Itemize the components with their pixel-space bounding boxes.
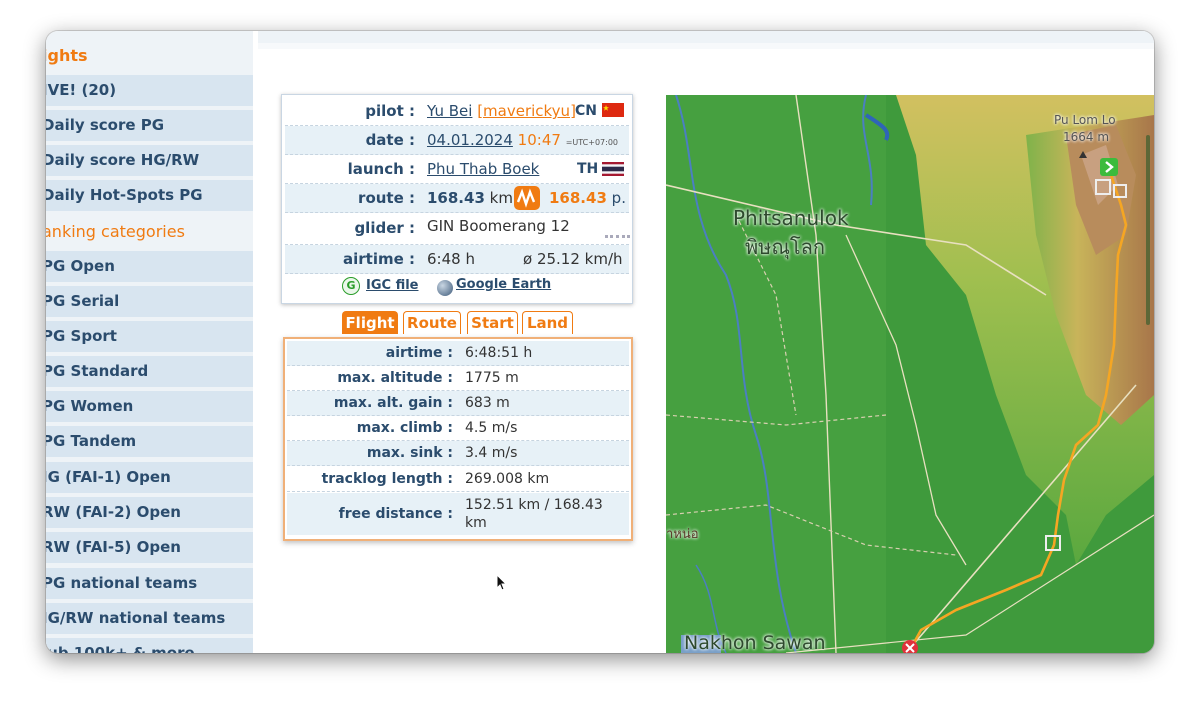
date-label: date :	[365, 131, 415, 149]
tab-land[interactable]: Land	[522, 311, 573, 334]
stat-label: free distance :	[338, 506, 453, 522]
route-type-icon	[514, 186, 540, 210]
top-bar	[258, 31, 1154, 43]
airtime-value: 6:48 h	[427, 250, 475, 268]
stat-label: max. altitude :	[337, 370, 453, 386]
route-row: route : 168.43 km 168.43 p.	[285, 184, 629, 213]
sidebar-item-club-100k[interactable]: lub 100k+ & more	[46, 638, 253, 653]
pilot-label: pilot :	[365, 102, 415, 120]
tab-start[interactable]: Start	[467, 311, 518, 334]
glider-label: glider :	[354, 219, 415, 237]
launch-value: Phu Thab Boek	[427, 155, 539, 183]
map-thai-label: าหน่อ	[666, 527, 699, 542]
stat-value: 6:48:51 h	[465, 345, 533, 361]
sidebar-item-hot-spots[interactable]: Daily Hot-Spots PG	[46, 180, 253, 211]
route-unit: km	[489, 189, 513, 207]
map-city-nakhon-sawan: Nakhon Sawan	[684, 632, 826, 653]
stat-value: 152.51 km / 168.43 km	[465, 497, 603, 531]
pilot-row: pilot : Yu Bei [maverickyu] CN	[285, 97, 629, 126]
sidebar: ights IVE! (20) Daily score PG Daily sco…	[46, 31, 253, 653]
stat-row: max. alt. gain : 683 m	[287, 391, 629, 416]
stat-value: 269.008 km	[465, 471, 550, 487]
browser-window: ights IVE! (20) Daily score PG Daily sco…	[46, 31, 1154, 653]
stat-label: max. climb :	[356, 420, 453, 436]
stat-row: max. sink : 3.4 m/s	[287, 441, 629, 466]
stat-row: tracklog length : 269.008 km	[287, 467, 629, 492]
launch-link[interactable]: Phu Thab Boek	[427, 160, 539, 178]
map-peak-altitude: 1664 m	[1063, 130, 1110, 144]
sidebar-item-daily-score-hg[interactable]: Daily score HG/RW	[46, 145, 253, 176]
sidebar-item-pg-women[interactable]: PG Women	[46, 391, 253, 422]
launch-country-code: TH	[577, 161, 599, 177]
top-bar-shadow	[258, 43, 1154, 49]
sidebar-item-rw-fai2[interactable]: RW (FAI-2) Open	[46, 497, 253, 528]
stat-label: airtime :	[385, 345, 453, 361]
avg-speed-value: ø 25.12 km/h	[523, 250, 623, 268]
stat-label: tracklog length :	[321, 471, 453, 487]
map-terrain	[666, 95, 1154, 653]
map-city-phitsanulok-thai: พิษณุโลก	[745, 235, 826, 259]
flight-stats-card: airtime : 6:48:51 h max. altitude : 1775…	[283, 337, 633, 541]
map-city-phitsanulok: Phitsanulok	[733, 206, 849, 230]
airtime-row: airtime : 6:48 h ø 25.12 km/h	[285, 245, 629, 274]
route-points: 168.43 p.	[549, 189, 626, 207]
stat-value: 4.5 m/s	[465, 420, 518, 436]
route-km: 168.43	[427, 189, 485, 207]
pilot-nick-link[interactable]: [maverickyu]	[477, 102, 576, 120]
china-flag-icon	[602, 103, 624, 117]
thailand-flag-icon	[602, 162, 624, 176]
pilot-country-code: CN	[575, 103, 597, 119]
mouse-cursor-icon	[496, 574, 508, 591]
glider-row: glider : GIN Boomerang 12	[285, 213, 630, 245]
igc-file-link[interactable]: IGC file	[366, 278, 418, 293]
sidebar-item-pg-standard[interactable]: PG Standard	[46, 356, 253, 387]
sidebar-item-live[interactable]: IVE! (20)	[46, 75, 253, 106]
map-peak-name: Pu Lom Lo	[1054, 113, 1116, 127]
sidebar-item-daily-score-pg[interactable]: Daily score PG	[46, 110, 253, 141]
stat-label: max. alt. gain :	[333, 395, 453, 411]
sidebar-item-pg-open[interactable]: PG Open	[46, 251, 253, 282]
launch-row: launch : Phu Thab Boek TH	[285, 155, 629, 184]
stat-label: max. sink :	[366, 445, 453, 461]
sidebar-item-pg-sport[interactable]: PG Sport	[46, 321, 253, 352]
flight-map[interactable]: Phitsanulok พิษณุโลก Pu Lom Lo 1664 m Na…	[666, 95, 1154, 653]
stat-row: max. climb : 4.5 m/s	[287, 416, 629, 441]
glider-class-marker	[605, 235, 630, 241]
stat-row: airtime : 6:48:51 h	[287, 341, 629, 366]
google-earth-icon	[437, 280, 453, 296]
stat-row: max. altitude : 1775 m	[287, 366, 629, 391]
date-value: 04.01.2024 10:47 =UTC+07:00	[427, 126, 618, 157]
route-label: route :	[358, 189, 415, 207]
stat-row: free distance : 152.51 km / 168.43 km	[287, 493, 629, 535]
date-link[interactable]: 04.01.2024	[427, 131, 513, 149]
route-value: 168.43 km	[427, 184, 513, 212]
stat-value: 3.4 m/s	[465, 445, 518, 461]
sidebar-item-pg-tandem[interactable]: PG Tandem	[46, 426, 253, 457]
sidebar-heading-flights: ights	[46, 39, 253, 72]
glider-value: GIN Boomerang 12	[427, 217, 570, 235]
tab-flight[interactable]: Flight	[342, 311, 398, 334]
tab-route[interactable]: Route	[403, 311, 461, 334]
flight-info-card: pilot : Yu Bei [maverickyu] CN date : 04…	[281, 94, 633, 304]
airtime-label: airtime :	[343, 250, 415, 268]
sidebar-heading-ranking: anking categories	[46, 215, 253, 248]
download-links: G IGC file Google Earth	[282, 277, 632, 299]
stat-value: 1775 m	[465, 370, 519, 386]
pilot-value: Yu Bei [maverickyu]	[427, 97, 576, 125]
pilot-name-link[interactable]: Yu Bei	[427, 102, 472, 120]
google-earth-link[interactable]: Google Earth	[456, 277, 551, 292]
igc-g-icon: G	[342, 277, 360, 295]
sidebar-item-pg-national[interactable]: PG national teams	[46, 568, 253, 599]
time-value: 10:47	[517, 131, 561, 149]
date-row: date : 04.01.2024 10:47 =UTC+07:00	[285, 126, 629, 155]
timezone-value: =UTC+07:00	[565, 138, 619, 147]
sidebar-item-hgrw-national[interactable]: IG/RW national teams	[46, 603, 253, 634]
sidebar-item-pg-serial[interactable]: PG Serial	[46, 286, 253, 317]
stat-value: 683 m	[465, 395, 510, 411]
sidebar-item-hg-fai1[interactable]: IG (FAI-1) Open	[46, 462, 253, 493]
launch-label: launch :	[347, 160, 415, 178]
sidebar-item-rw-fai5[interactable]: RW (FAI-5) Open	[46, 532, 253, 563]
